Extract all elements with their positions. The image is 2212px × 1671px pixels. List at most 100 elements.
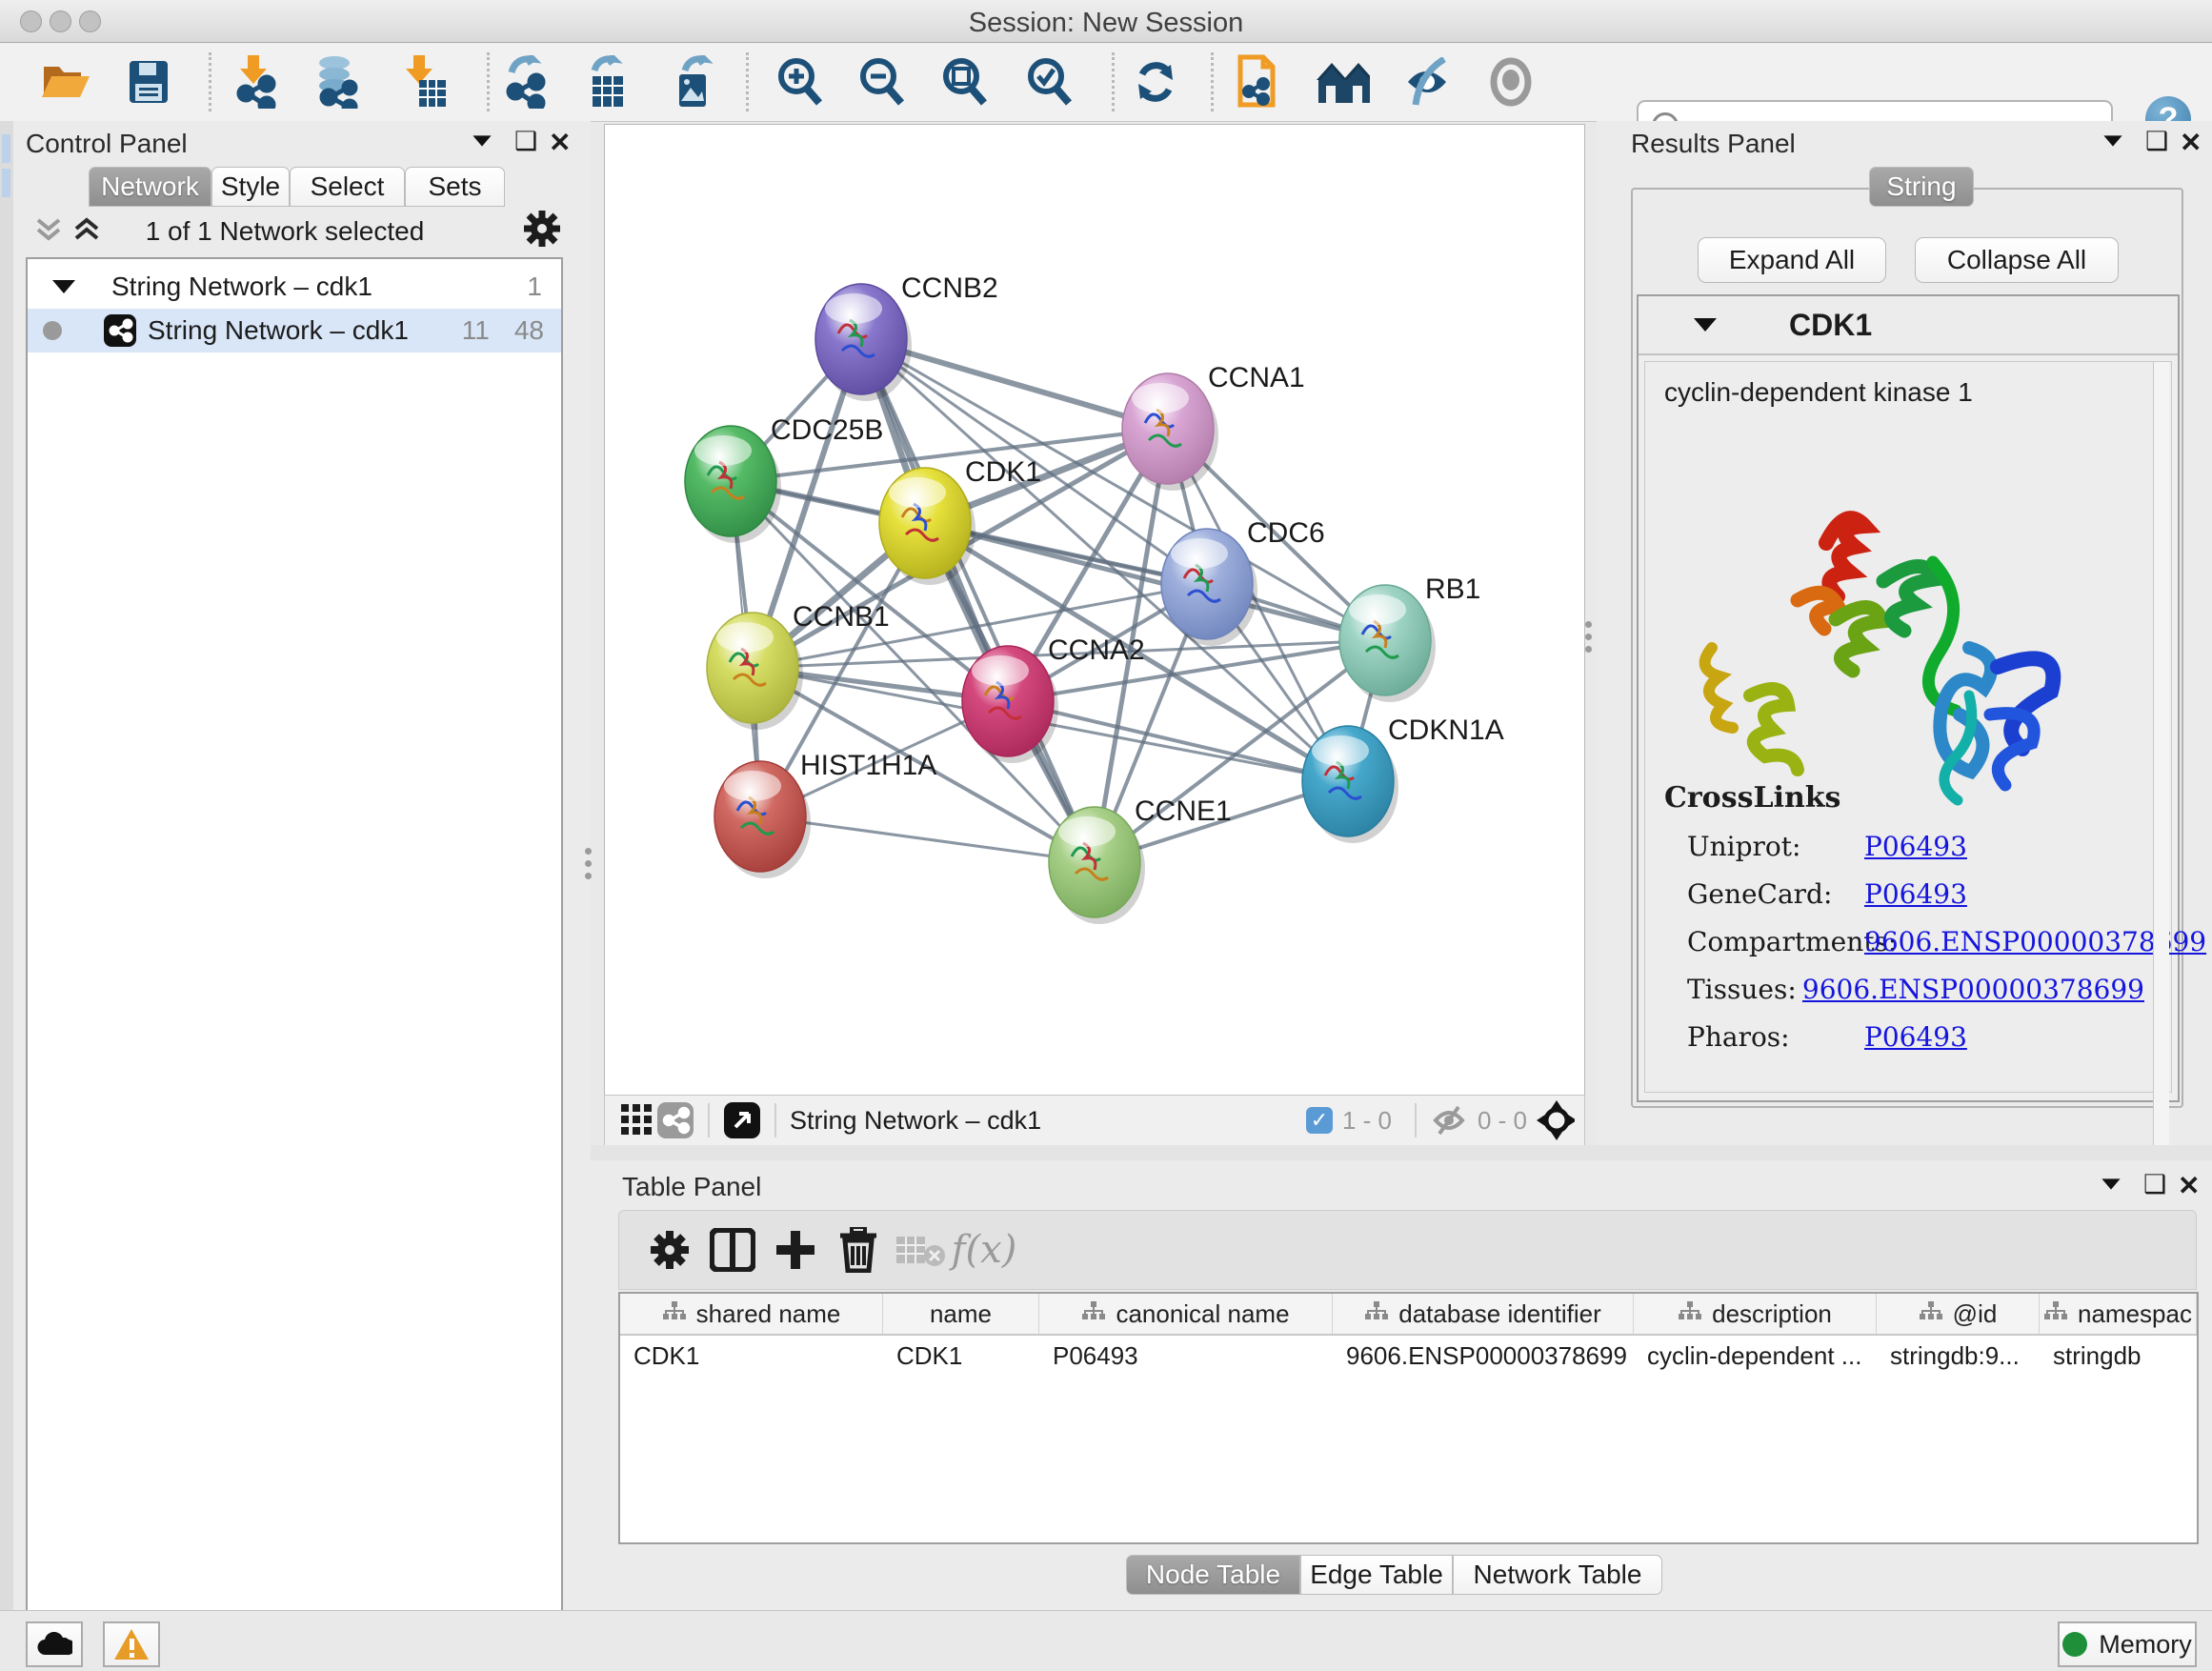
collapse-all-button[interactable]: Collapse All — [1915, 237, 2119, 283]
zoom-selected-icon[interactable] — [1023, 55, 1076, 109]
network-node-ccne1[interactable]: CCNE1 — [1049, 795, 1232, 924]
network-node-cdc6[interactable]: CDC6 — [1161, 517, 1325, 646]
table-panel-divider[interactable] — [591, 1145, 2212, 1160]
export-table-icon[interactable] — [579, 55, 633, 109]
network-snapshot-icon[interactable] — [1231, 55, 1284, 109]
network-overview-icon[interactable] — [656, 1101, 694, 1139]
warning-status-button[interactable] — [103, 1621, 160, 1667]
column-header-label: canonical name — [1116, 1299, 1289, 1329]
network-node-ccna2[interactable]: CCNA2 — [962, 634, 1145, 763]
refresh-layout-icon[interactable] — [1129, 55, 1182, 109]
string-home-icon[interactable] — [1317, 55, 1370, 109]
birdseye-grid-icon[interactable] — [618, 1101, 656, 1139]
tab-select[interactable]: Select — [290, 167, 405, 207]
results-panel-undock-icon[interactable]: ❑ — [2145, 127, 2168, 156]
table-panel-close-icon[interactable]: ✕ — [2178, 1170, 2200, 1201]
collection-expander-icon[interactable] — [52, 280, 75, 293]
export-image-icon[interactable] — [664, 55, 717, 109]
tab-edge-table[interactable]: Edge Table — [1300, 1555, 1453, 1595]
crosslink-link[interactable]: P06493 — [1864, 1021, 1967, 1053]
column-header-name[interactable]: name — [883, 1294, 1039, 1334]
save-session-icon[interactable] — [122, 55, 175, 109]
show-columns-icon[interactable] — [701, 1221, 764, 1278]
table-cell[interactable]: stringdb:9... — [1877, 1341, 2040, 1371]
tab-node-table[interactable]: Node Table — [1126, 1555, 1300, 1595]
tab-sets[interactable]: Sets — [405, 167, 505, 207]
gene-section-header[interactable]: CDK1 — [1639, 296, 2178, 355]
column-header-database-identifier[interactable]: database identifier — [1333, 1294, 1634, 1334]
hide-unhide-icon[interactable] — [1400, 55, 1454, 109]
table-options-gear-icon[interactable] — [638, 1221, 701, 1278]
network-canvas[interactable]: CCNB2CCNA1CDC25BCDK1CDC6RB1CCNB1CCNA2CDK… — [604, 124, 1585, 1096]
control-panel-title: Control Panel — [26, 129, 188, 159]
network-node-cdkn1a[interactable]: CDKN1A — [1302, 715, 1504, 843]
table-cell[interactable]: CDK1 — [620, 1341, 883, 1371]
crosslink-label: Pharos: — [1687, 1021, 1864, 1053]
hidden-eye-slash-icon[interactable] — [1430, 1101, 1468, 1139]
delete-table-icon[interactable] — [890, 1221, 953, 1278]
column-header--id[interactable]: @id — [1877, 1294, 2040, 1334]
left-splitter-handle[interactable] — [585, 848, 592, 879]
import-database-icon[interactable] — [310, 55, 363, 109]
delete-column-trash-icon[interactable] — [827, 1221, 890, 1278]
collection-label: String Network – cdk1 — [111, 272, 372, 302]
results-scrollbar[interactable] — [2153, 362, 2169, 1162]
network-row[interactable]: String Network – cdk1 11 48 — [28, 309, 561, 352]
control-panel-float-icon[interactable] — [471, 134, 493, 152]
import-network-icon[interactable] — [229, 55, 282, 109]
open-in-window-icon[interactable] — [723, 1101, 761, 1139]
network-collection-row[interactable]: String Network – cdk1 1 — [28, 265, 561, 309]
crosslink-link[interactable]: P06493 — [1864, 878, 1967, 910]
column-header-namespac[interactable]: namespac — [2040, 1294, 2197, 1334]
expand-all-button[interactable]: Expand All — [1698, 237, 1886, 283]
eye-icon[interactable] — [1484, 55, 1538, 109]
column-header-canonical-name[interactable]: canonical name — [1039, 1294, 1333, 1334]
cloud-status-button[interactable] — [26, 1621, 83, 1667]
add-column-icon[interactable] — [764, 1221, 827, 1278]
zoom-in-icon[interactable] — [774, 55, 827, 109]
tab-string[interactable]: String — [1869, 167, 1974, 207]
network-node-hist1h1a[interactable]: HIST1H1A — [714, 750, 936, 878]
table-row[interactable]: CDK1CDK1P064939606.ENSP00000378699cyclin… — [620, 1336, 2197, 1376]
toolbar-separator — [209, 52, 211, 111]
tab-style[interactable]: Style — [211, 167, 290, 207]
memory-button[interactable]: Memory — [2058, 1621, 2197, 1667]
network-options-gear-icon[interactable] — [522, 209, 562, 253]
network-node-ccnb1[interactable]: CCNB1 — [707, 601, 890, 730]
fit-content-crosshair-icon[interactable] — [1537, 1101, 1575, 1139]
network-node-cdk1[interactable]: CDK1 — [879, 456, 1041, 585]
results-panel-close-icon[interactable]: ✕ — [2180, 127, 2202, 158]
control-panel-undock-icon[interactable]: ❑ — [514, 127, 537, 156]
table-panel-undock-icon[interactable]: ❑ — [2143, 1170, 2166, 1199]
hidden-count: 0 - 0 — [1478, 1106, 1527, 1136]
crosslink-link[interactable]: P06493 — [1864, 831, 1967, 862]
table-cell[interactable]: P06493 — [1039, 1341, 1333, 1371]
network-view-title: String Network – cdk1 — [790, 1106, 1041, 1136]
table-cell[interactable]: 9606.ENSP00000378699 — [1333, 1341, 1634, 1371]
table-cell[interactable]: CDK1 — [883, 1341, 1039, 1371]
expand-all-networks-icon[interactable] — [72, 214, 101, 252]
tab-network-table[interactable]: Network Table — [1453, 1555, 1662, 1595]
function-builder-icon[interactable]: f(x) — [953, 1221, 1016, 1278]
zoom-fit-icon[interactable] — [938, 55, 992, 109]
import-table-icon[interactable] — [396, 55, 450, 109]
export-network-icon[interactable] — [500, 55, 553, 109]
open-session-icon[interactable] — [38, 55, 91, 109]
table-cell[interactable]: cyclin-dependent ... — [1634, 1341, 1877, 1371]
table-cell[interactable]: stringdb — [2040, 1341, 2197, 1371]
gene-expander-icon[interactable] — [1694, 318, 1717, 332]
crosslink-link[interactable]: 9606.ENSP00000378699 — [1802, 974, 2144, 1005]
tab-network[interactable]: Network — [89, 167, 211, 207]
right-splitter-handle[interactable] — [1585, 621, 1592, 653]
control-panel-close-icon[interactable]: ✕ — [549, 127, 571, 158]
collapse-all-networks-icon[interactable] — [34, 214, 63, 252]
table-panel-float-icon[interactable] — [2100, 1178, 2122, 1196]
column-header-shared-name[interactable]: shared name — [620, 1294, 883, 1334]
column-header-label: shared name — [696, 1299, 841, 1329]
network-node-rb1[interactable]: RB1 — [1339, 574, 1480, 702]
network-edge-count: 48 — [514, 315, 544, 346]
column-header-description[interactable]: description — [1634, 1294, 1877, 1334]
results-panel-float-icon[interactable] — [2101, 134, 2124, 152]
selected-nodes-checkbox[interactable]: ✓ — [1306, 1107, 1333, 1134]
zoom-out-icon[interactable] — [855, 55, 909, 109]
